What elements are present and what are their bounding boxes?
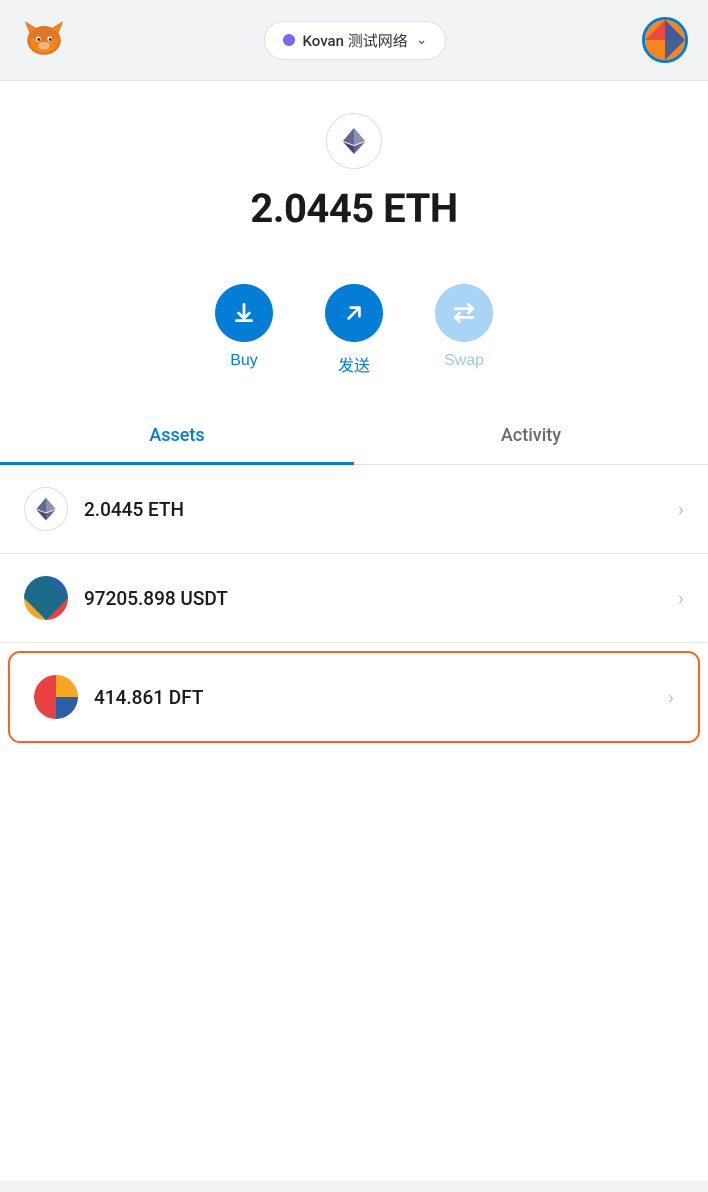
dft-asset-amount: 414.861 DFT — [94, 686, 668, 709]
eth-chevron-icon: › — [678, 497, 684, 521]
tab-activity[interactable]: Activity — [354, 409, 708, 465]
dft-asset-icon — [34, 675, 78, 719]
asset-list: 2.0445 ETH › 97205.898 USDT › — [0, 465, 708, 743]
eth-logo-circle — [326, 113, 382, 169]
chevron-down-icon: ⌄ — [416, 32, 428, 48]
usdt-chevron-icon: › — [678, 586, 684, 610]
eth-asset-icon — [24, 487, 68, 531]
action-buttons: Buy 发送 Swap — [0, 256, 708, 400]
app-header: Kovan 测试网络 ⌄ — [0, 0, 708, 81]
network-selector[interactable]: Kovan 测试网络 ⌄ — [264, 21, 447, 60]
main-content: 2.0445 ETH Buy 发送 — [0, 81, 708, 1181]
tab-assets[interactable]: Assets — [0, 409, 354, 465]
send-button[interactable]: 发送 — [325, 284, 383, 376]
buy-label: Buy — [230, 352, 258, 370]
send-label: 发送 — [338, 352, 370, 376]
buy-icon-circle — [215, 284, 273, 342]
asset-item-usdt[interactable]: 97205.898 USDT › — [0, 554, 708, 643]
dft-chevron-icon: › — [668, 685, 674, 709]
eth-balance: 2.0445 ETH — [250, 185, 457, 232]
eth-asset-amount: 2.0445 ETH — [84, 498, 678, 521]
metamask-logo — [20, 14, 68, 66]
swap-label: Swap — [444, 352, 484, 370]
asset-item-dft[interactable]: 414.861 DFT › — [8, 651, 700, 743]
buy-button[interactable]: Buy — [215, 284, 273, 376]
usdt-asset-amount: 97205.898 USDT — [84, 587, 678, 610]
network-dot — [283, 34, 295, 46]
tabs-bar: Assets Activity — [0, 408, 708, 465]
swap-icon-circle — [435, 284, 493, 342]
send-icon-circle — [325, 284, 383, 342]
balance-section: 2.0445 ETH — [0, 81, 708, 256]
usdt-asset-icon — [24, 576, 68, 620]
swap-button[interactable]: Swap — [435, 284, 493, 376]
network-name: Kovan 测试网络 — [303, 30, 408, 51]
account-avatar[interactable] — [642, 17, 688, 63]
asset-item-eth[interactable]: 2.0445 ETH › — [0, 465, 708, 554]
